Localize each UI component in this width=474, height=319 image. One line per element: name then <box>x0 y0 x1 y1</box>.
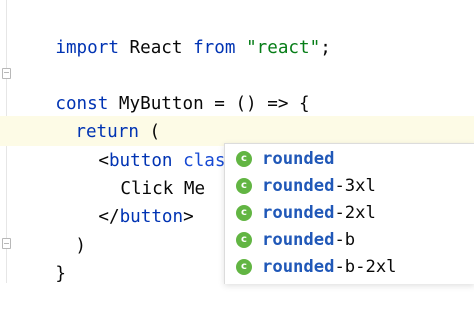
completion-suffix: -b-2xl <box>334 257 397 277</box>
tag-open-bracket: </ <box>98 207 120 227</box>
completion-item[interactable]: c rounded-b-2xl <box>225 254 474 281</box>
completion-item-label: rounded-3xl <box>262 173 376 200</box>
completion-item[interactable]: c rounded <box>225 146 474 173</box>
identifier-react: React <box>118 38 194 58</box>
completion-item[interactable]: c rounded-b <box>225 227 474 254</box>
keyword-from: from <box>193 38 236 58</box>
class-icon: c <box>236 151 252 167</box>
completion-match: rounded <box>262 203 335 223</box>
completion-item-label: rounded-b <box>262 227 355 254</box>
code-line-return[interactable]: return ( <box>33 87 160 142</box>
fold-collapse-icon[interactable] <box>2 68 11 79</box>
class-icon: c <box>236 232 252 248</box>
completion-item-label: rounded <box>262 146 334 173</box>
code-editor[interactable]: import React from "react"; const MyButto… <box>0 0 474 284</box>
tag-close-bracket: > <box>183 207 194 227</box>
code-line-const[interactable]: const MyButton = () => { <box>13 59 309 114</box>
class-icon: c <box>236 259 252 275</box>
code-line-import[interactable]: import React from "react"; <box>13 3 330 58</box>
module-string: "react" <box>246 38 321 58</box>
completion-match: rounded <box>262 257 335 277</box>
completion-suffix: -b <box>334 230 356 250</box>
code-line-close-paren[interactable]: ) <box>33 201 86 256</box>
code-line-text[interactable]: Click Me <box>78 144 205 199</box>
keyword-import: import <box>55 38 119 58</box>
close-brace: } <box>55 264 66 284</box>
code-line-button-close[interactable]: </button> <box>56 172 193 227</box>
semicolon: ; <box>320 38 331 58</box>
completion-item-label: rounded-2xl <box>262 200 376 227</box>
close-paren: ) <box>75 236 86 256</box>
code-line-close-brace[interactable]: } <box>13 229 66 284</box>
completion-match: rounded <box>262 230 335 250</box>
completion-suffix: -3xl <box>334 176 376 196</box>
fold-expand-icon[interactable] <box>2 238 11 249</box>
completion-item-label: rounded-b-2xl <box>262 254 397 281</box>
completion-item[interactable]: c rounded-3xl <box>225 173 474 200</box>
class-icon: c <box>236 205 252 221</box>
code-line-button-open[interactable]: <button className="rounded"> <box>56 116 395 171</box>
tag-name-button: button <box>119 207 184 227</box>
completion-match: rounded <box>262 176 335 196</box>
class-icon: c <box>236 178 252 194</box>
completion-popup[interactable]: c rounded c rounded-3xl c rounded-2xl c … <box>224 143 474 284</box>
completion-suffix: -2xl <box>334 203 376 223</box>
completion-item[interactable]: c rounded-2xl <box>225 200 474 227</box>
completion-match: rounded <box>262 149 335 169</box>
